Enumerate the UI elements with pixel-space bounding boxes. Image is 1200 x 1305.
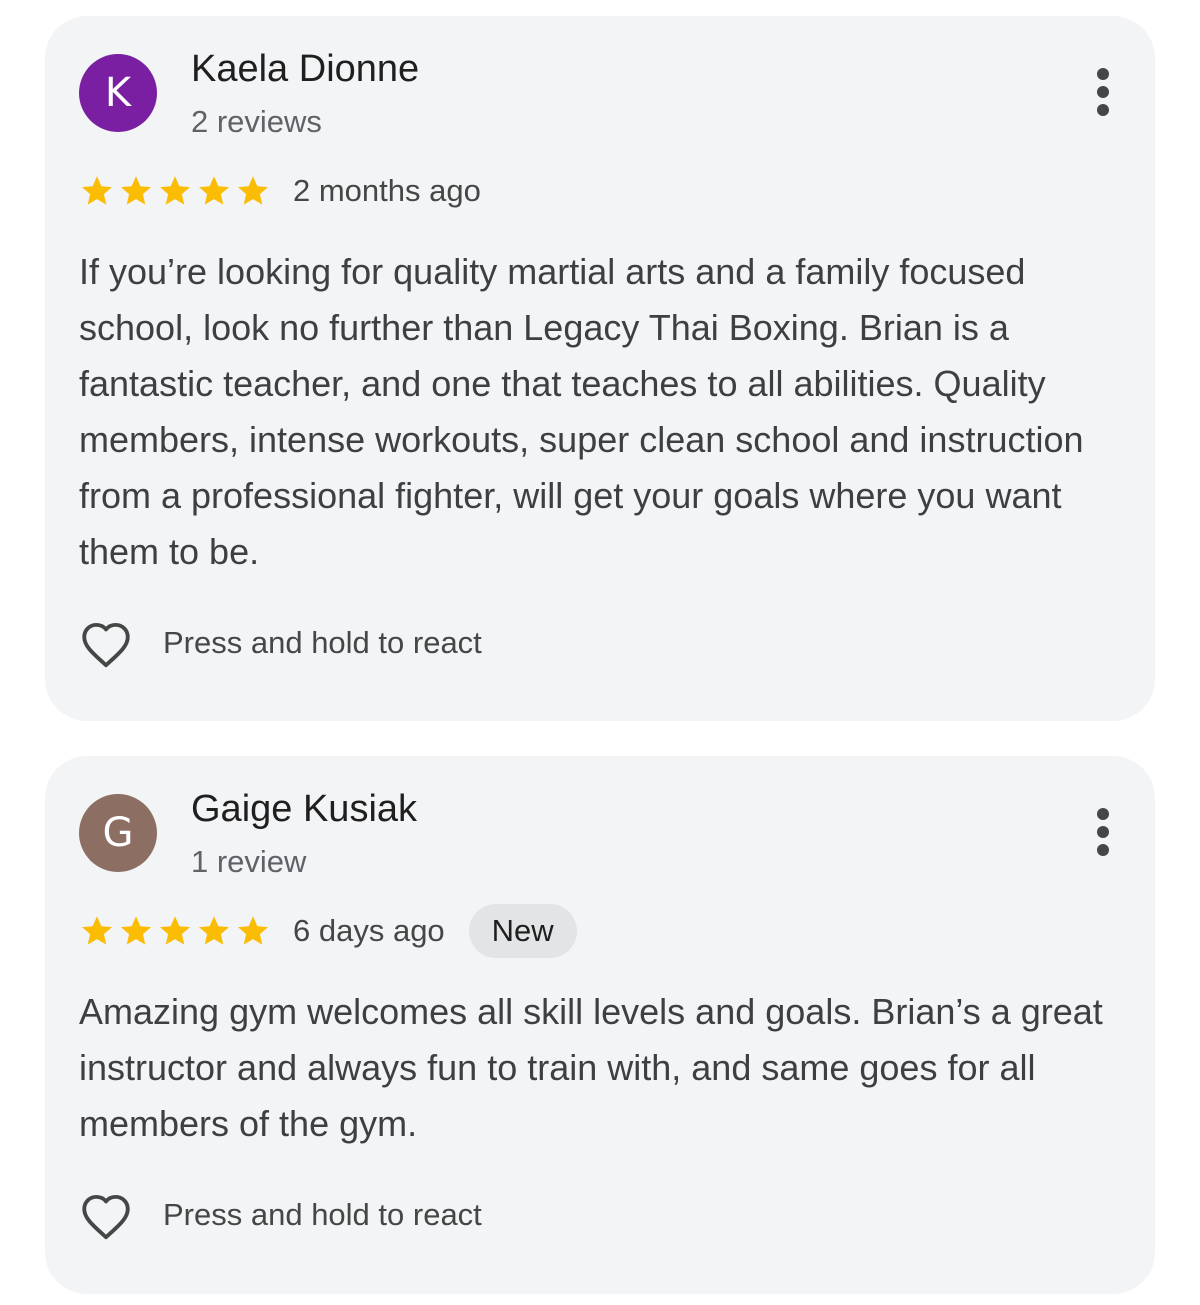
rating-row: 2 months ago [79,168,481,214]
review-date: 6 days ago [293,913,445,948]
review-count: 1 review [191,844,307,879]
reviewer-name[interactable]: Gaige Kusiak [191,788,417,831]
avatar[interactable]: G [79,794,157,872]
react-label: Press and hold to react [163,625,482,660]
avatar[interactable]: K [79,54,157,132]
rating-row: 6 days ago New [79,904,577,958]
review-card: G Gaige Kusiak 1 review 6 days ago New A… [45,756,1155,1294]
review-card: K Kaela Dionne 2 reviews 2 months ago If… [45,16,1155,721]
review-count: 2 reviews [191,104,322,139]
review-text: If you’re looking for quality martial ar… [79,251,1084,572]
more-vert-icon[interactable] [1093,68,1113,118]
new-badge: New [468,904,577,958]
star-rating [79,173,271,209]
star-icon [238,176,268,205]
heart-outline-icon [82,1194,130,1240]
review-date: 2 months ago [293,173,481,208]
star-rating [79,913,271,949]
react-label: Press and hold to react [163,1197,482,1232]
star-icon [121,176,151,205]
more-vert-icon[interactable] [1093,808,1113,858]
heart-outline-icon [82,622,130,668]
star-icon [238,916,268,945]
star-icon [160,916,190,945]
star-icon [199,176,229,205]
star-icon [82,916,112,945]
react-button[interactable]: Press and hold to react [77,1185,482,1245]
star-icon [199,916,229,945]
review-text: Amazing gym welcomes all skill levels an… [79,991,1103,1144]
reviewer-name[interactable]: Kaela Dionne [191,48,419,91]
star-icon [160,176,190,205]
star-icon [121,916,151,945]
star-icon [82,176,112,205]
react-button[interactable]: Press and hold to react [77,613,482,673]
